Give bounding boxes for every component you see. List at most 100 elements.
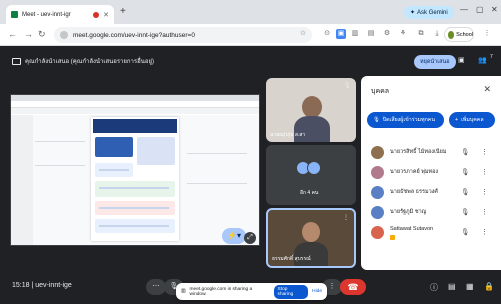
participant-avatar [371, 165, 384, 179]
extension-5-icon[interactable]: ⚙ [382, 29, 392, 39]
download-icon[interactable]: ⤓ [432, 29, 442, 39]
mic-muted-icon[interactable]: 🎙 [461, 148, 469, 156]
document-block [95, 181, 175, 197]
profile-avatar [448, 30, 455, 39]
close-tab-icon[interactable]: ✕ [103, 11, 109, 19]
more-options-icon[interactable]: ⋮ [481, 208, 488, 216]
document-text-row [99, 169, 129, 171]
close-panel-icon[interactable]: ✕ [483, 84, 491, 95]
meet-favicon-icon [11, 11, 18, 18]
more-options-icon[interactable]: ⋮ [481, 148, 488, 156]
document-text-row [99, 207, 169, 209]
tile-options-icon[interactable]: ⋮ [343, 214, 349, 221]
shared-browser-address [11, 101, 259, 108]
maximize-icon[interactable]: ▢ [476, 5, 484, 14]
stop-presenting-button[interactable]: หยุดนำเสนอ [414, 55, 456, 69]
extension-1-icon[interactable]: ⊙ [322, 29, 332, 39]
document-text-row [99, 187, 169, 189]
expand-button[interactable]: ⤢ [244, 232, 256, 244]
participant-name: นายธัชพล ธรรมวงศ์ [390, 189, 438, 195]
document-photo [137, 137, 175, 165]
participant-row[interactable]: นายวรภาคย์ พุ่มทอง 🎙 ⋮ [361, 162, 501, 182]
participant-tile[interactable]: 🎙 นายณ(บ)บ ส.สา [266, 78, 356, 142]
profile-label: School [456, 31, 473, 38]
mic-muted-icon[interactable]: 🎙 [461, 168, 469, 176]
person-add-icon: + [455, 117, 459, 123]
shared-line [187, 183, 247, 184]
recording-dot-icon [93, 11, 100, 18]
back-icon[interactable]: ← [8, 29, 17, 39]
mute-all-button[interactable]: 🎙 ปิดเสียงผู้เข้าร่วมทุกคน [367, 112, 444, 128]
add-people-label: เพิ่มบุคคล [461, 117, 484, 123]
hide-button[interactable]: Hide [312, 289, 322, 294]
participant-row[interactable]: นายธัชพล ธรรมวงศ์ 🎙 ⋮ [361, 182, 501, 202]
extension-2-icon[interactable]: ▣ [336, 29, 346, 39]
mute-all-label: ปิดเสียงผู้เข้าร่วมทุกคน [382, 117, 435, 123]
participant-row[interactable]: Sattawat Sutavon 🎙 ⋮ [361, 222, 501, 242]
minimize-icon[interactable]: — [460, 5, 468, 14]
browser-tabstrip: Meet - uev-innt-igr ✕ + ✦ Ask Gemini — ▢… [0, 0, 501, 24]
presenting-banner: คุณกำลังนำเสนอ (คุณกำลังนำเสนอรายการอื่น… [0, 46, 501, 76]
activities-icon[interactable]: ▦ [466, 282, 474, 291]
shared-line [35, 165, 85, 166]
participant-video [302, 96, 322, 118]
document-text-row [99, 225, 169, 227]
more-options-icon[interactable]: ⋮ [481, 188, 488, 196]
document-header [93, 119, 177, 133]
site-info-icon[interactable] [60, 31, 68, 39]
hand-badge-icon [390, 235, 395, 240]
shared-document-page [91, 117, 179, 241]
close-window-icon[interactable]: ✕ [491, 5, 498, 14]
stop-sharing-button[interactable]: Stop sharing [273, 284, 309, 299]
info-icon[interactable]: ⓘ [430, 282, 438, 293]
mic-muted-icon[interactable]: 🎙 [461, 228, 469, 236]
ask-gemini-button[interactable]: ✦ Ask Gemini [404, 6, 454, 19]
avatar [307, 161, 321, 175]
layout-icon[interactable]: ▣ [458, 56, 465, 64]
mic-muted-icon[interactable]: 🎙 [461, 188, 469, 196]
participant-count: 7 [490, 54, 493, 60]
extension-4-icon[interactable]: ▤ [366, 29, 376, 39]
avatar-stack [296, 161, 321, 175]
mic-muted-icon[interactable]: 🎙 [461, 208, 469, 216]
shared-browser-bookmarks [11, 108, 259, 114]
address-bar[interactable]: meet.google.com/uev-innt-ige?authuser=0 [54, 27, 312, 43]
extensions-icon[interactable]: ⚘ [398, 29, 408, 39]
self-name: ธรรมศักดิ์ สุบรรณ์ [272, 256, 311, 262]
self-view-tile[interactable]: ⋮ ธรรมศักดิ์ สุบรรณ์ [266, 208, 356, 268]
participant-avatar [371, 185, 384, 199]
share-notice-icon: ▥ [181, 289, 186, 294]
reload-icon[interactable]: ↻ [38, 29, 46, 40]
reactions-button[interactable]: ⚡▾ [222, 228, 246, 244]
tab-search-icon[interactable]: ⧉ [416, 29, 426, 39]
chrome-menu-icon[interactable]: ⋮ [482, 29, 492, 39]
chat-icon[interactable]: ▤ [448, 282, 456, 291]
participant-name: นายรัฐภูมิ ชาญ [390, 209, 427, 215]
participant-row[interactable]: นายวรสิทธิ์ ไม้ทองเนียม 🎙 ⋮ [361, 142, 501, 162]
more-options-icon[interactable]: ⋮ [481, 168, 488, 176]
leave-call-button[interactable]: ☎ [340, 279, 366, 295]
panel-title: บุคคล [371, 88, 390, 95]
browser-toolbar: ← → ↻ meet.google.com/uev-innt-ige?authu… [0, 24, 501, 46]
more-options-icon[interactable]: ⋮ [481, 228, 488, 236]
people-count-icon[interactable]: 👥 [478, 56, 487, 64]
profile-button[interactable]: School [444, 27, 474, 42]
forward-icon[interactable]: → [24, 29, 33, 39]
expand-icon: ⤢ [247, 234, 253, 241]
spark-icon: ⚡▾ [227, 231, 241, 240]
browser-tab[interactable]: Meet - uev-innt-igr ✕ [6, 5, 114, 24]
more-audio-options-button[interactable]: ⋯ [146, 279, 166, 295]
document-block [95, 137, 133, 157]
add-people-button[interactable]: + เพิ่มบุคคล [449, 112, 495, 128]
participant-row[interactable]: นายรัฐภูมิ ชาญ 🎙 ⋮ [361, 202, 501, 222]
more-participants-tile[interactable]: อีก 4 คน [266, 145, 356, 205]
address-url: meet.google.com/uev-innt-ige?authuser=0 [73, 31, 195, 39]
bookmark-star-icon[interactable]: ☆ [298, 29, 308, 39]
ask-gemini-label: Ask Gemini [417, 9, 448, 16]
new-tab-button[interactable]: + [120, 6, 126, 17]
extension-3-icon[interactable]: ▥ [350, 29, 360, 39]
screen-share-notice: ▥ meet.google.com is sharing a window. S… [176, 283, 327, 300]
host-controls-icon[interactable]: 🔒 [484, 282, 494, 291]
clock: 15:18 [12, 282, 30, 289]
meeting-time: 15:18 | uev-innt-ige [12, 282, 72, 289]
